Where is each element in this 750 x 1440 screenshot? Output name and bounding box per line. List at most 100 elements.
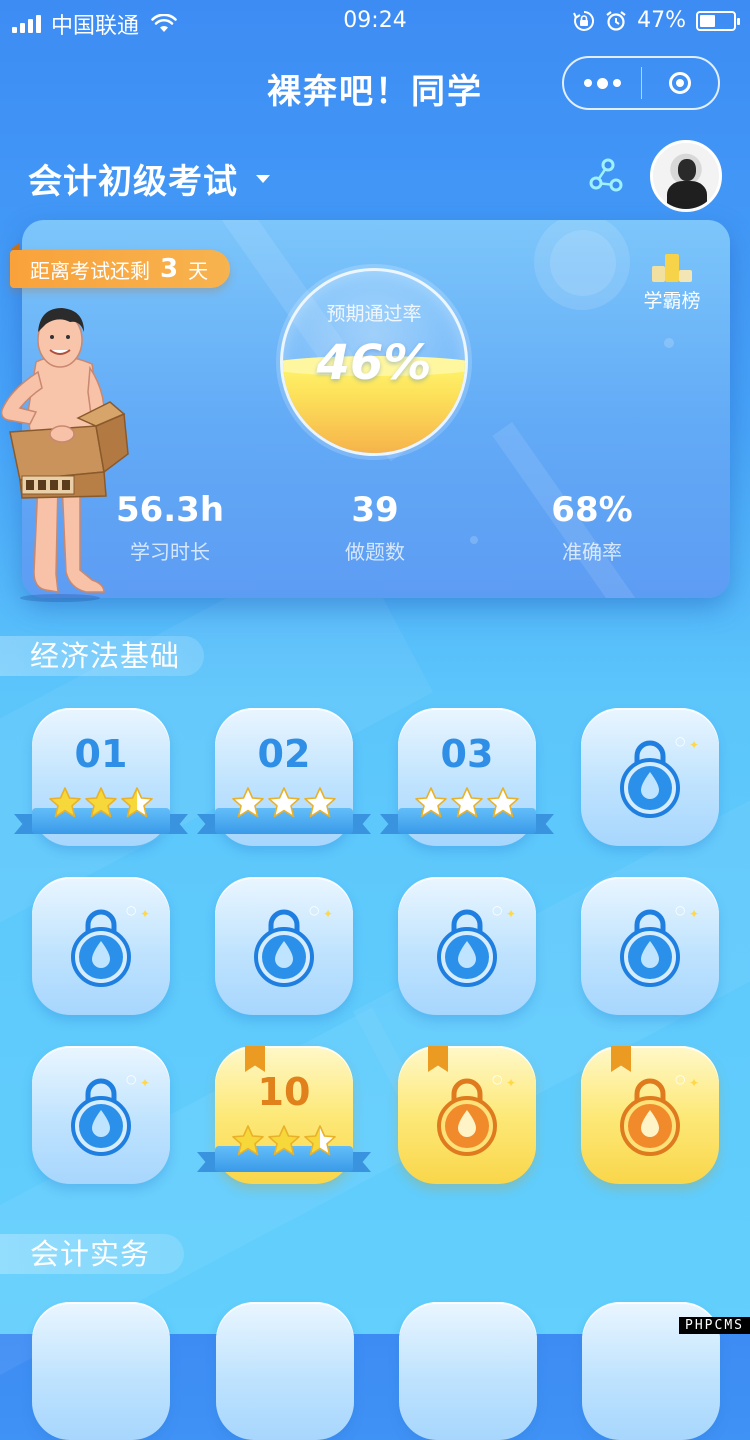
star-icon	[268, 1125, 300, 1156]
exam-name: 会计初级考试	[28, 162, 238, 202]
caret-down-icon	[256, 174, 270, 183]
share-icon[interactable]	[586, 156, 624, 194]
star-icon	[268, 787, 300, 818]
star-icon	[232, 787, 264, 818]
sparkle-icon: ○	[492, 903, 503, 917]
pass-rate-label: 预期通过率	[326, 303, 422, 325]
pass-rate-value: 46%	[316, 335, 432, 391]
countdown-suffix: 天	[188, 258, 209, 283]
target-icon	[668, 72, 691, 94]
countdown-prefix: 距离考试还剩	[30, 258, 150, 283]
star-icon	[304, 1125, 336, 1156]
star-icon	[232, 1125, 264, 1156]
level-number: 02	[257, 732, 311, 776]
card-bubble	[470, 536, 478, 544]
exam-selector[interactable]: 会计初级考试	[28, 154, 270, 203]
ranking-button[interactable]: 学霸榜	[642, 248, 702, 313]
level-number: 01	[74, 732, 128, 776]
star-icon	[85, 787, 117, 818]
lock-icon	[437, 1078, 497, 1156]
sparkle-icon: ○	[675, 1072, 686, 1086]
level-tile-locked[interactable]: ○ ✦	[398, 1046, 536, 1184]
sparkle-icon: ✦	[140, 907, 151, 921]
alarm-icon	[606, 10, 626, 31]
questions-value: 39	[351, 490, 399, 530]
bookmark-icon	[245, 1046, 265, 1072]
level-tile-locked[interactable]: 02	[197, 708, 371, 846]
sparkle-icon: ✦	[506, 907, 517, 921]
questions-label: 做题数	[345, 540, 405, 564]
star-icon	[121, 787, 153, 818]
accuracy-stat: 68% 准确率	[512, 490, 672, 565]
level-tile-locked[interactable]: 03	[380, 708, 554, 846]
sparkle-icon: ✦	[506, 1076, 517, 1090]
sparkle-icon: ○	[126, 903, 137, 917]
status-bar: 中国联通 09:24 47%	[0, 0, 750, 42]
lock-icon	[71, 909, 131, 987]
questions-stat: 39 做题数	[295, 490, 455, 565]
more-dot-icon	[583, 79, 592, 87]
level-tile-partial[interactable]	[216, 1302, 354, 1440]
level-tile-locked[interactable]: ○ ✦	[398, 877, 536, 1015]
sparkle-icon: ✦	[689, 738, 700, 752]
star-rating	[215, 786, 353, 820]
mini-program-capsule	[562, 56, 720, 110]
more-dot-icon	[612, 79, 621, 87]
sparkle-icon: ○	[126, 1072, 137, 1086]
accuracy-label: 准确率	[562, 540, 622, 564]
level-tile-locked[interactable]: ○ ✦	[215, 877, 353, 1015]
level-tile-locked[interactable]: ○ ✦	[581, 1046, 719, 1184]
level-tile-partial[interactable]	[399, 1302, 537, 1440]
accuracy-value: 68%	[551, 490, 633, 530]
star-rating	[398, 786, 536, 820]
watermark: PHPCMS	[679, 1317, 750, 1334]
close-button[interactable]	[642, 72, 719, 94]
sparkle-icon: ✦	[323, 907, 334, 921]
lock-icon	[71, 1078, 131, 1156]
exam-countdown-badge: 距离考试还剩 3 天	[10, 242, 231, 288]
avatar[interactable]	[650, 140, 722, 212]
lock-icon	[620, 740, 680, 818]
star-icon	[49, 787, 81, 818]
level-tile-locked[interactable]: ○ ✦	[581, 708, 719, 846]
sparkle-icon: ✦	[689, 1076, 700, 1090]
level-tile[interactable]: 10	[197, 1046, 371, 1184]
level-tile-partial[interactable]	[32, 1302, 170, 1440]
level-tile-locked[interactable]: ○ ✦	[581, 877, 719, 1015]
star-icon	[451, 787, 483, 818]
card-bubble	[664, 338, 674, 348]
star-rating	[32, 786, 170, 820]
sparkle-icon: ○	[675, 903, 686, 917]
star-rating	[215, 1124, 353, 1158]
star-icon	[304, 787, 336, 818]
exam-header: 会计初级考试	[0, 140, 750, 220]
level-tile-locked[interactable]: ○ ✦	[32, 877, 170, 1015]
battery-icon	[696, 10, 740, 31]
level-number: 10	[257, 1070, 311, 1114]
section-title: 经济法基础	[0, 636, 204, 676]
level-number: 03	[440, 732, 494, 776]
star-icon	[487, 787, 519, 818]
section-title: 会计实务	[0, 1234, 184, 1274]
lock-icon	[620, 1078, 680, 1156]
sparkle-icon: ○	[675, 734, 686, 748]
pass-rate-globe: 预期通过率 46%	[280, 268, 468, 456]
nav-bar: 裸奔吧！同学	[0, 50, 750, 120]
more-dot-icon	[596, 77, 608, 89]
star-icon	[415, 787, 447, 818]
rotation-lock-icon	[573, 10, 595, 31]
lock-icon	[254, 909, 314, 987]
more-button[interactable]	[564, 77, 641, 89]
lock-icon	[620, 909, 680, 987]
bookmark-icon	[611, 1046, 631, 1072]
mascot-illustration	[0, 308, 129, 602]
lock-icon	[437, 909, 497, 987]
card-bubble	[550, 230, 616, 296]
sparkle-icon: ✦	[689, 907, 700, 921]
bookmark-icon	[428, 1046, 448, 1072]
battery-percent: 47%	[637, 8, 686, 33]
level-tile-locked[interactable]: ○ ✦	[32, 1046, 170, 1184]
level-tile-locked[interactable]: 01	[14, 708, 188, 846]
podium-icon	[652, 248, 692, 282]
sparkle-icon: ○	[492, 1072, 503, 1086]
